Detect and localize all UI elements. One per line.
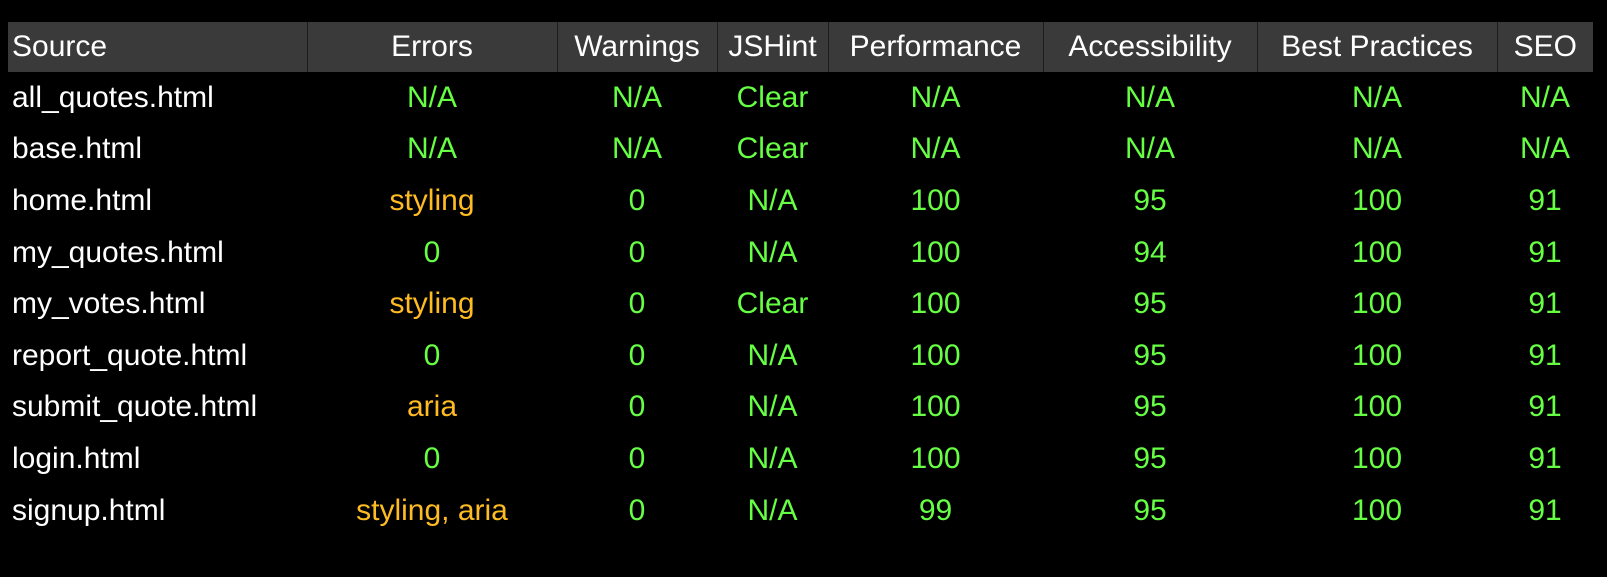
header-jshint: JSHint — [716, 22, 828, 72]
performance-cell: 100 — [910, 390, 961, 424]
table-row: all_quotes.html N/A N/A Clear N/A N/A N/… — [8, 72, 1593, 124]
jshint-cell: N/A — [747, 493, 798, 527]
source-cell: login.html — [12, 441, 141, 475]
seo-cell: 91 — [1528, 493, 1562, 527]
source-cell: my_quotes.html — [12, 235, 224, 269]
accessibility-cell: 95 — [1133, 441, 1167, 475]
best-practices-cell: 100 — [1351, 183, 1403, 217]
errors-cell: 0 — [423, 338, 441, 372]
warnings-cell: 0 — [628, 235, 646, 269]
warnings-cell: 0 — [628, 390, 646, 424]
best-practices-cell: 100 — [1351, 390, 1403, 424]
results-table-container: Source Errors Warnings JSHint Performanc… — [8, 22, 1593, 536]
errors-cell: styling — [389, 183, 475, 217]
jshint-cell: N/A — [747, 390, 798, 424]
best-practices-cell: 100 — [1351, 287, 1403, 321]
validation-results-table: Source Errors Warnings JSHint Performanc… — [8, 22, 1593, 536]
errors-cell: styling, aria — [356, 493, 508, 527]
best-practices-cell: 100 — [1351, 338, 1403, 372]
seo-cell: 91 — [1528, 390, 1562, 424]
accessibility-cell: N/A — [1124, 80, 1175, 114]
source-cell: submit_quote.html — [12, 390, 258, 424]
header-source: Source — [8, 22, 307, 72]
seo-cell: N/A — [1519, 132, 1570, 166]
source-cell: all_quotes.html — [12, 80, 214, 114]
seo-cell: 91 — [1528, 441, 1562, 475]
table-row: signup.html styling, aria 0 N/A 99 95 10… — [8, 485, 1593, 537]
best-practices-cell: N/A — [1351, 132, 1402, 166]
performance-cell: N/A — [910, 80, 961, 114]
performance-cell: 100 — [910, 235, 961, 269]
header-performance: Performance — [827, 22, 1043, 72]
jshint-cell: Clear — [736, 287, 809, 321]
header-row: Source Errors Warnings JSHint Performanc… — [8, 22, 1593, 72]
table-row: submit_quote.html aria 0 N/A 100 95 100 … — [8, 382, 1593, 434]
seo-cell: 91 — [1528, 235, 1562, 269]
warnings-cell: 0 — [628, 287, 646, 321]
warnings-cell: 0 — [628, 183, 646, 217]
warnings-cell: N/A — [611, 80, 662, 114]
warnings-cell: 0 — [628, 338, 646, 372]
best-practices-cell: 100 — [1351, 493, 1403, 527]
warnings-cell: 0 — [628, 493, 646, 527]
errors-cell: 0 — [423, 235, 441, 269]
accessibility-cell: 94 — [1133, 235, 1167, 269]
table-row: my_votes.html styling 0 Clear 100 95 100… — [8, 278, 1593, 330]
warnings-cell: 0 — [628, 441, 646, 475]
table-row: login.html 0 0 N/A 100 95 100 91 — [8, 433, 1593, 485]
header-warnings: Warnings — [556, 22, 717, 72]
best-practices-cell: 100 — [1351, 235, 1403, 269]
jshint-cell: Clear — [736, 132, 809, 166]
performance-cell: 100 — [910, 183, 961, 217]
performance-cell: 100 — [910, 287, 961, 321]
errors-cell: 0 — [423, 441, 441, 475]
seo-cell: 91 — [1528, 287, 1562, 321]
header-errors: Errors — [306, 22, 557, 72]
jshint-cell: N/A — [747, 183, 798, 217]
table-row: my_quotes.html 0 0 N/A 100 94 100 91 — [8, 227, 1593, 279]
header-best-practices: Best Practices — [1256, 22, 1497, 72]
source-cell: base.html — [12, 132, 143, 166]
best-practices-cell: N/A — [1351, 80, 1402, 114]
errors-cell: N/A — [406, 132, 457, 166]
warnings-cell: N/A — [611, 132, 662, 166]
jshint-cell: N/A — [747, 338, 798, 372]
seo-cell: 91 — [1528, 183, 1562, 217]
jshint-cell: Clear — [736, 80, 809, 114]
accessibility-cell: 95 — [1133, 183, 1167, 217]
source-cell: signup.html — [12, 493, 166, 527]
performance-cell: 100 — [910, 338, 961, 372]
accessibility-cell: N/A — [1124, 132, 1175, 166]
accessibility-cell: 95 — [1133, 287, 1167, 321]
header-seo: SEO — [1496, 22, 1593, 72]
header-accessibility: Accessibility — [1042, 22, 1257, 72]
errors-cell: styling — [389, 287, 475, 321]
accessibility-cell: 95 — [1133, 493, 1167, 527]
performance-cell: 99 — [918, 493, 953, 527]
source-cell: my_votes.html — [12, 287, 206, 321]
seo-cell: N/A — [1519, 80, 1570, 114]
accessibility-cell: 95 — [1133, 390, 1167, 424]
best-practices-cell: 100 — [1351, 441, 1403, 475]
performance-cell: 100 — [910, 441, 961, 475]
performance-cell: N/A — [910, 132, 961, 166]
source-cell: report_quote.html — [12, 338, 248, 372]
jshint-cell: N/A — [747, 441, 798, 475]
seo-cell: 91 — [1528, 338, 1562, 372]
errors-cell: N/A — [406, 80, 457, 114]
accessibility-cell: 95 — [1133, 338, 1167, 372]
jshint-cell: N/A — [747, 235, 798, 269]
table-row: base.html N/A N/A Clear N/A N/A N/A N/A — [8, 124, 1593, 176]
table-row: report_quote.html 0 0 N/A 100 95 100 91 — [8, 330, 1593, 382]
errors-cell: aria — [406, 390, 458, 424]
table-row: home.html styling 0 N/A 100 95 100 91 — [8, 175, 1593, 227]
source-cell: home.html — [12, 183, 153, 217]
